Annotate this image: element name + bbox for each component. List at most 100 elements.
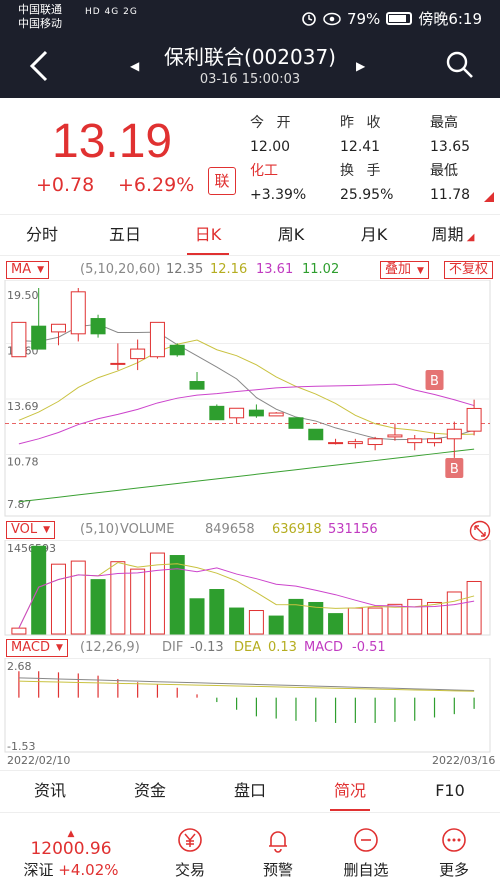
candle-body (347, 441, 363, 445)
vol-legend: VOL ▼ (5,10) VOLUME 849658 636918 531156 (0, 520, 500, 542)
volume-chart[interactable]: 1456593 (0, 540, 500, 636)
volume-bar (11, 627, 27, 635)
chart-period-tabs: 分时 五日 日K 周K 月K 周期 ◢ (0, 214, 500, 256)
volume-bar (248, 610, 264, 635)
tab-funds[interactable]: 资金 (100, 771, 200, 811)
remove-watchlist-button[interactable]: 删自选 (326, 827, 406, 880)
candle-body (149, 321, 165, 358)
tab-monthly-k[interactable]: 月K (339, 215, 409, 255)
alert-button[interactable]: 预警 (238, 827, 318, 880)
remove-watchlist-label: 删自选 (343, 861, 389, 879)
volume-bar (169, 555, 185, 635)
ma5-value: 12.35 (166, 262, 204, 277)
volume-bar (328, 613, 344, 635)
tab-intraday[interactable]: 分时 (7, 215, 77, 255)
tab-period[interactable]: 周期 ◢ (418, 215, 488, 255)
tab-news[interactable]: 资讯 (0, 771, 100, 811)
dropdown-icon: ▼ (417, 266, 424, 276)
macd-label-text: MACD (304, 640, 343, 655)
candle-body (288, 417, 304, 429)
trade-label: 交易 (174, 861, 205, 879)
tab-order-book[interactable]: 盘口 (200, 771, 300, 811)
adjust-button[interactable]: 不复权 (444, 261, 494, 279)
tab-f10[interactable]: F10 (400, 771, 500, 811)
volume-bar (387, 603, 403, 635)
fullscreen-icon[interactable] (469, 520, 491, 542)
date-start: 2022/02/10 (7, 754, 70, 767)
candle-body (31, 325, 47, 350)
candle-body (209, 405, 225, 421)
network-icon: HD 4G 2G (85, 7, 138, 17)
tab-profile[interactable]: 简况 (300, 771, 400, 811)
macd-chart[interactable]: 2.68 -1.532022/02/10 2022/03/16 (0, 658, 500, 768)
more-button[interactable]: 更多 (414, 827, 494, 880)
sector-label[interactable]: 化工 (250, 162, 278, 180)
expand-corner-icon[interactable] (484, 192, 494, 202)
price-axis-label: 19.50 (7, 289, 39, 302)
candle-body (130, 348, 146, 360)
vol-ma10-value: 531156 (328, 522, 378, 537)
search-icon[interactable] (445, 50, 475, 80)
carrier-1: 中国联通 (18, 3, 62, 16)
quote-time: 03-16 15:00:03 (199, 72, 301, 87)
dea-label: DEA (234, 640, 262, 655)
macd-axis-top: 2.68 (7, 660, 32, 673)
volume-ma5-line (18, 562, 475, 629)
next-stock-icon[interactable]: ▶ (356, 59, 365, 73)
macd-axis-bottom: -1.53 (7, 740, 35, 753)
tab-five-day[interactable]: 五日 (90, 215, 160, 255)
vol-params: (5,10) (80, 522, 120, 537)
lian-badge[interactable]: 联 (208, 167, 236, 195)
tab-daily-k[interactable]: 日K (173, 215, 243, 255)
candle-body (407, 438, 423, 444)
info-tabs: 资讯 资金 盘口 简况 F10 (0, 770, 500, 812)
candlestick-chart[interactable]: 19.5016.6013.6910.787.87BB (0, 280, 500, 518)
candle-body (446, 428, 462, 440)
back-icon[interactable] (26, 48, 52, 84)
candle-body (268, 412, 284, 417)
macd-selector[interactable]: MACD ▼ (6, 639, 68, 657)
volume-bar (367, 607, 383, 635)
macd-frame (4, 658, 491, 753)
more-icon (442, 828, 466, 852)
eye-icon (323, 12, 341, 25)
date-end: 2022/03/16 (432, 754, 495, 767)
candle-body (308, 428, 324, 441)
ma10-value: 12.16 (210, 262, 248, 277)
stock-title: 保利联合(002037) (164, 45, 336, 69)
index-widget[interactable]: ▲ 12000.96 深证 +4.02% (16, 829, 126, 881)
tab-period-label: 周期 (431, 225, 464, 244)
overlay-button-label: 叠加 (385, 262, 412, 277)
overlay-button[interactable]: 叠加 ▼ (380, 261, 429, 279)
ma20-line (18, 383, 475, 445)
carrier-2: 中国移动 (18, 17, 62, 30)
dropdown-icon: ▼ (37, 265, 45, 275)
ma60-line (18, 448, 475, 503)
high-label: 最高 (430, 115, 458, 131)
candle-body (427, 438, 443, 444)
index-value: 12000.96 (30, 839, 112, 859)
alarm-icon (302, 11, 316, 26)
turnover-value: 25.95% (340, 187, 394, 203)
volume-bar (446, 591, 462, 635)
macd-legend: MACD ▼ (12,26,9) DIF -0.13 DEA 0.13 MACD … (0, 638, 500, 658)
quote-panel: 13.19 +0.78 +6.29% 联 今 开 12.00 昨 收 12.41… (0, 98, 500, 210)
trade-button[interactable]: 交易 (150, 827, 230, 880)
volume-bar (31, 545, 47, 635)
low-label: 最低 (430, 163, 458, 179)
header-title: 保利联合(002037) 03-16 15:00:03 (120, 44, 380, 94)
tab-weekly-k[interactable]: 周K (256, 215, 326, 255)
open-value: 12.00 (250, 139, 291, 155)
volume-bar (407, 598, 423, 635)
candle-body (387, 434, 403, 438)
vol-name: VOLUME (120, 522, 175, 537)
ma-selector[interactable]: MA ▼ (6, 261, 50, 279)
bell-icon (269, 831, 287, 853)
vol-selector-label: VOL (11, 522, 38, 537)
index-pct: +4.02% (58, 861, 119, 879)
low-value: 11.78 (430, 187, 471, 203)
vol-selector[interactable]: VOL ▼ (6, 521, 56, 539)
bottom-bar: ▲ 12000.96 深证 +4.02% 交易 预警 删自选 更多 (0, 812, 500, 888)
dif-value: -0.13 (190, 640, 224, 655)
volume-bar (130, 568, 146, 635)
